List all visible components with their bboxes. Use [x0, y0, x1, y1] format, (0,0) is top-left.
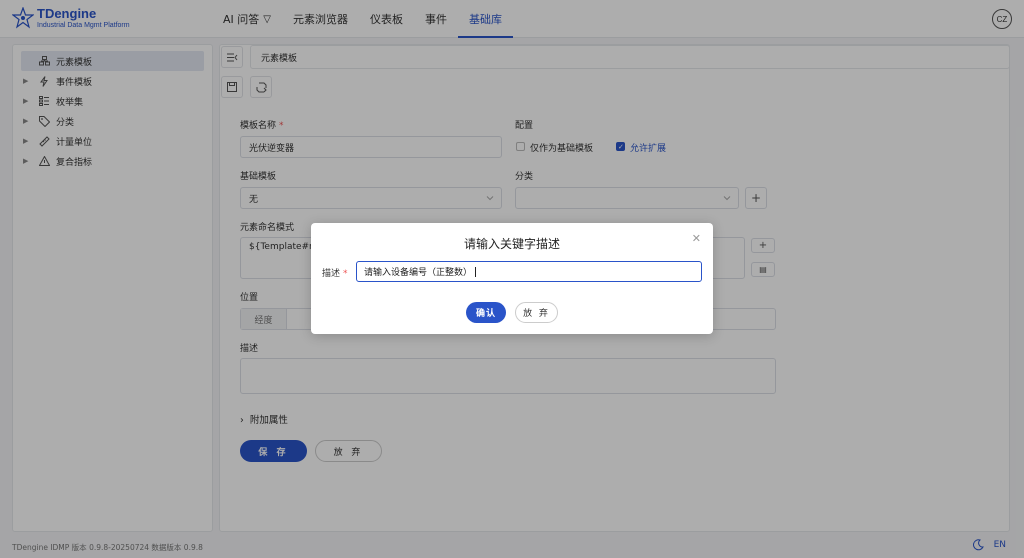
dialog-field-label: 描述 *	[322, 269, 348, 279]
confirm-button[interactable]: 确认	[466, 302, 506, 323]
description-input-value: 请输入设备编号（正整数）	[364, 268, 473, 278]
description-input[interactable]: 请输入设备编号（正整数）	[356, 261, 702, 282]
keyword-description-dialog: 请输入关键字描述 ✕ 描述 * 请输入设备编号（正整数） 确认 放 弃	[311, 223, 713, 334]
text-cursor	[475, 266, 477, 277]
dialog-title: 请输入关键字描述	[463, 237, 560, 251]
close-icon[interactable]: ✕	[692, 232, 701, 245]
dialog-discard-button[interactable]: 放 弃	[515, 302, 558, 323]
